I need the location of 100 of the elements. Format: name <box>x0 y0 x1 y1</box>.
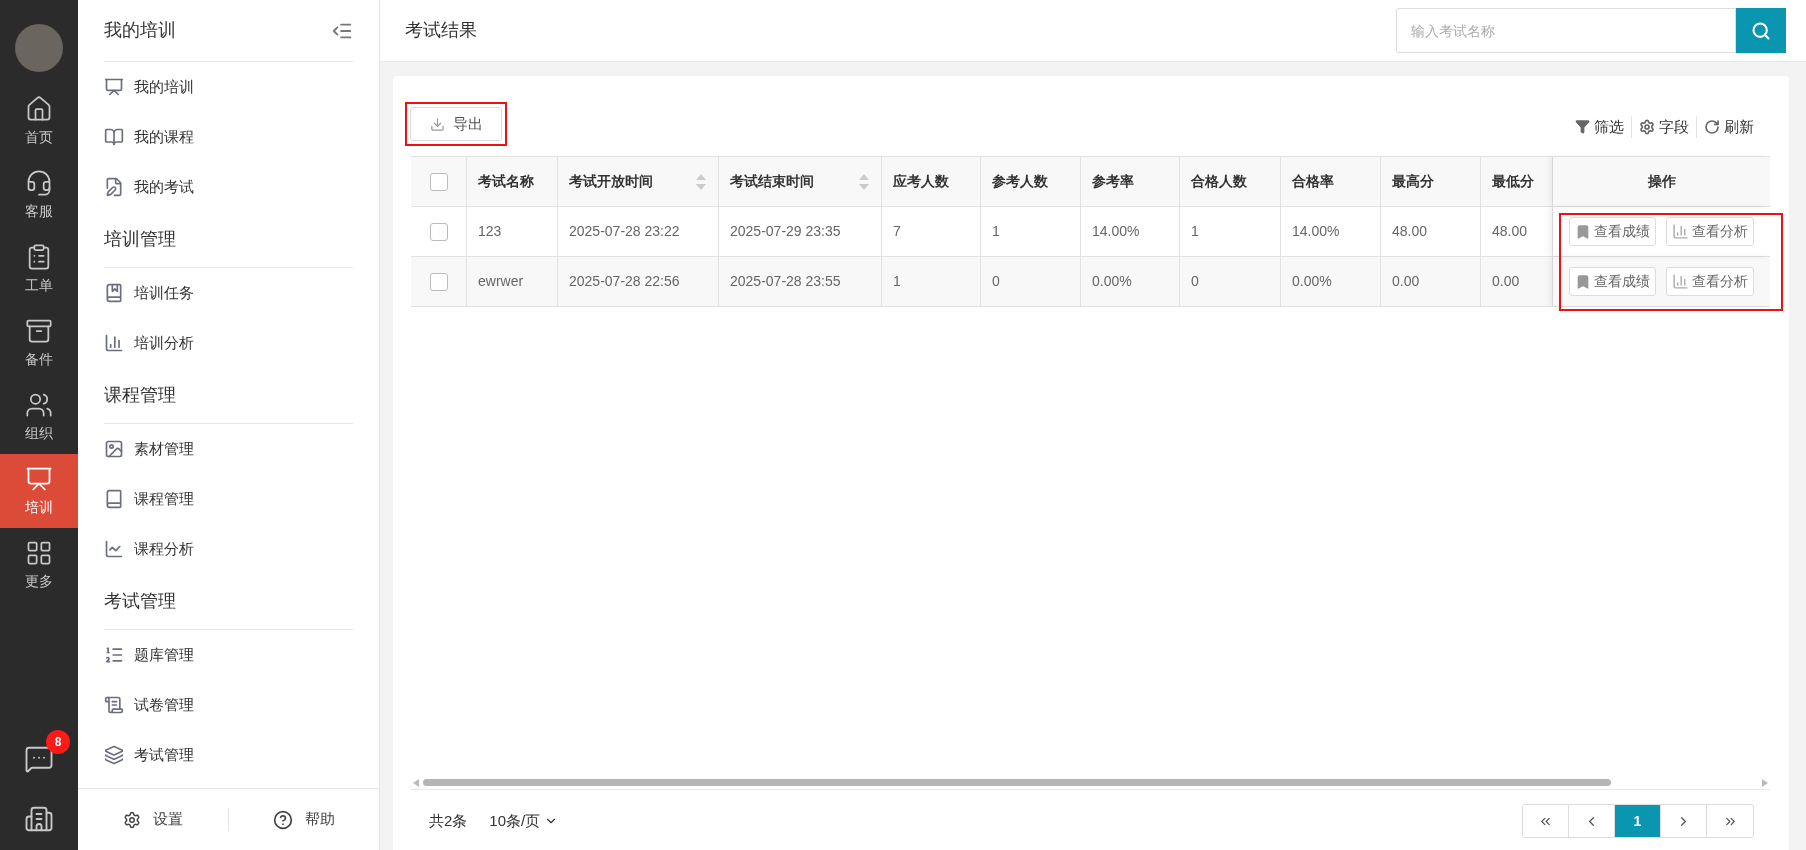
section-heading: 考试管理 <box>104 590 176 613</box>
menu-icon <box>104 333 124 353</box>
chat-icon[interactable] <box>24 744 54 774</box>
column-header: 合格率 <box>1281 157 1381 206</box>
column-header: 参考人数 <box>981 157 1081 206</box>
table-cell-text: 14.00% <box>1092 222 1140 241</box>
help-icon <box>273 809 293 830</box>
sidebar-item[interactable]: 我的课程 <box>104 112 353 162</box>
sidebar-item[interactable]: 培训分析 <box>104 318 353 368</box>
search-field[interactable]: 输入考试名称 <box>1396 8 1736 53</box>
action-button[interactable]: 查看分析 <box>1666 267 1754 296</box>
action-button[interactable]: 查看成绩 <box>1569 217 1656 246</box>
sidebar-item[interactable]: 培训任务 <box>104 268 353 318</box>
scroll-left-icon[interactable] <box>413 778 419 787</box>
menu-icon <box>104 745 124 765</box>
column-header[interactable]: 考试开放时间 <box>558 157 719 206</box>
menu-icon <box>104 439 124 459</box>
table-cell-text: 2025-07-28 23:22 <box>569 222 680 241</box>
action-button[interactable]: 查看分析 <box>1666 217 1754 246</box>
sidebar-item[interactable]: 课程分析 <box>104 524 353 574</box>
rail-item[interactable]: 客服 <box>0 158 78 232</box>
horizontal-scrollbar[interactable] <box>411 776 1770 790</box>
menu-icon <box>104 283 124 303</box>
sidebar-item[interactable]: 我的考试 <box>104 162 353 212</box>
sort-icon <box>858 172 870 191</box>
rail-item[interactable]: 培训 <box>0 454 78 528</box>
settings-icon <box>1639 118 1655 135</box>
page-size-select[interactable]: 10条/页 <box>489 809 559 833</box>
table-cell-text: 0.00 <box>1392 272 1420 291</box>
action-button[interactable]: 查看成绩 <box>1569 267 1656 296</box>
table-cell-text: 7 <box>893 222 901 241</box>
table-cell-text: 1 <box>992 222 1000 241</box>
rail-item[interactable]: 工单 <box>0 232 78 306</box>
menu-icon <box>104 489 124 509</box>
search-button[interactable] <box>1736 8 1786 53</box>
rail-item[interactable]: 首页 <box>0 84 78 158</box>
total-count: 共2条 <box>429 810 468 831</box>
checkbox[interactable] <box>429 272 448 291</box>
column-header: 合格人数 <box>1180 157 1281 206</box>
column-header: 应考人数 <box>882 157 981 206</box>
settings-icon <box>123 810 141 829</box>
section-heading: 课程管理 <box>104 384 176 407</box>
sidebar-item[interactable]: 试卷管理 <box>104 680 353 730</box>
table-cell-text: ewrwer <box>478 272 524 291</box>
sidebar-item[interactable]: 课程管理 <box>104 474 353 524</box>
checkbox[interactable] <box>429 172 448 191</box>
toolbar-tool[interactable]: 刷新 <box>1696 115 1761 138</box>
menu-icon <box>104 127 124 147</box>
bar-chart-icon <box>1672 223 1689 240</box>
column-header: 操作 <box>1553 157 1770 206</box>
bookmark-icon <box>1575 273 1591 290</box>
refresh-icon <box>1704 118 1720 135</box>
toolbar-tool[interactable]: 筛选 <box>1568 115 1631 138</box>
rail-item[interactable]: 更多 <box>0 528 78 602</box>
sidebar-item[interactable]: 我的培训 <box>104 62 353 112</box>
rail-item[interactable]: 备件 <box>0 306 78 380</box>
table-cell-text: 0.00% <box>1292 272 1332 291</box>
table-cell-text: 48.00 <box>1492 222 1528 241</box>
column-header: 参考率 <box>1081 157 1180 206</box>
avatar[interactable] <box>15 24 63 72</box>
filter-icon <box>1575 119 1590 135</box>
menu-icon <box>104 177 124 197</box>
column-header: 最低分 <box>1481 157 1553 206</box>
notification-badge: 8 <box>46 730 70 754</box>
sidebar-item[interactable]: 考试管理 <box>104 730 353 780</box>
table-cell-text: 0.00% <box>1092 272 1132 291</box>
sidebar-item[interactable]: 素材管理 <box>104 424 353 474</box>
table-cell-text: 0 <box>1191 272 1199 291</box>
table-cell-text: 2025-07-28 22:56 <box>569 272 680 291</box>
rail-item[interactable]: 组织 <box>0 380 78 454</box>
table-cell-text: 2025-07-29 23:35 <box>730 222 841 241</box>
section-heading: 培训管理 <box>104 228 176 251</box>
menu-icon <box>104 695 124 715</box>
table-cell-text: 14.00% <box>1292 222 1340 241</box>
bookmark-icon <box>1575 223 1591 240</box>
scroll-right-icon[interactable] <box>1762 778 1768 787</box>
column-header: 考试名称 <box>467 157 558 206</box>
building-icon[interactable] <box>24 804 54 834</box>
rail-icon <box>25 168 53 197</box>
search-icon <box>1751 20 1771 41</box>
table-cell-text: 1 <box>893 272 901 291</box>
table-cell-text: 0 <box>992 272 1000 291</box>
column-header[interactable]: 考试结束时间 <box>719 157 882 206</box>
sort-icon <box>695 172 707 191</box>
footer-link[interactable]: 帮助 <box>273 808 335 831</box>
page-title: 考试结果 <box>405 19 477 42</box>
checkbox[interactable] <box>429 222 448 241</box>
footer-link[interactable]: 设置 <box>123 808 183 831</box>
export-button[interactable]: 导出 <box>410 107 502 141</box>
menu-icon <box>104 645 124 665</box>
toolbar-tool[interactable]: 字段 <box>1631 115 1696 138</box>
sidebar-item[interactable]: 题库管理 <box>104 630 353 680</box>
table-cell-text: 123 <box>478 222 502 241</box>
page-button[interactable]: 1 <box>1615 805 1661 837</box>
download-icon <box>429 116 445 132</box>
table-cell-text: 1 <box>1191 222 1199 241</box>
table-cell-text: 0.00 <box>1492 272 1520 291</box>
rail-icon <box>25 94 53 123</box>
table-cell-text: 2025-07-28 23:55 <box>730 272 841 291</box>
menu-icon <box>104 539 124 559</box>
